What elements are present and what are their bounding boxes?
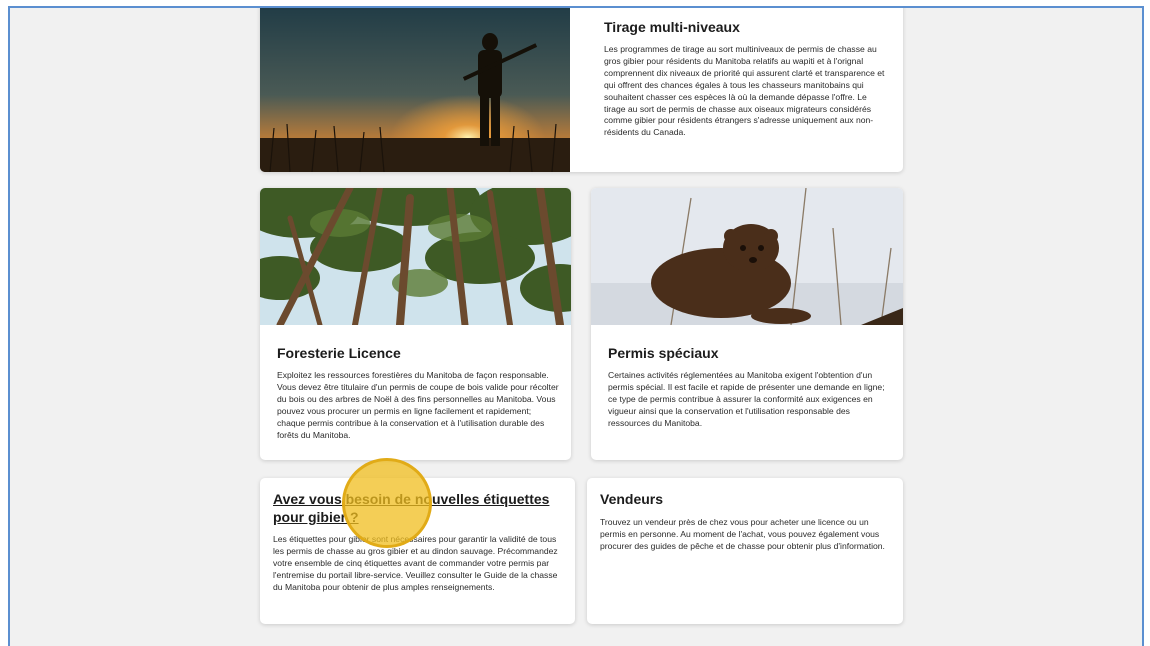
hunter-at-sunset-photo [260, 8, 570, 172]
card-permis-speciaux[interactable]: Permis spéciaux Certaines activités régl… [591, 188, 903, 460]
card-description: Les étiquettes pour gibier sont nécessai… [273, 534, 558, 592]
card-vendeurs[interactable]: Vendeurs Trouvez un vendeur près de chez… [587, 478, 903, 624]
pine-forest-photo [260, 188, 571, 325]
card-title: Foresterie Licence [277, 345, 401, 361]
card-tirage-multi-niveaux[interactable]: Tirage multi-niveaux Les programmes de t… [260, 8, 903, 172]
card-title: Tirage multi-niveaux [604, 19, 740, 35]
card-description: Exploitez les ressources forestières du … [277, 370, 559, 440]
card-etiquettes-gibier[interactable]: Avez vous besoin de nouvelles étiquettes… [260, 478, 575, 624]
browser-viewport: Tirage multi-niveaux Les programmes de t… [8, 6, 1144, 646]
fisher-in-snow-photo [591, 188, 903, 325]
card-description: Certaines activités réglementées au Mani… [608, 370, 885, 428]
card-description: Les programmes de tirage au sort multini… [604, 44, 885, 138]
card-title: Vendeurs [600, 491, 664, 507]
etiquettes-link[interactable]: Avez vous besoin de nouvelles étiquettes… [273, 490, 563, 526]
card-foresterie-licence[interactable]: Foresterie Licence Exploitez les ressour… [260, 188, 571, 460]
card-description: Trouvez un vendeur près de chez vous pou… [600, 517, 885, 551]
card-title: Permis spéciaux [608, 345, 719, 361]
